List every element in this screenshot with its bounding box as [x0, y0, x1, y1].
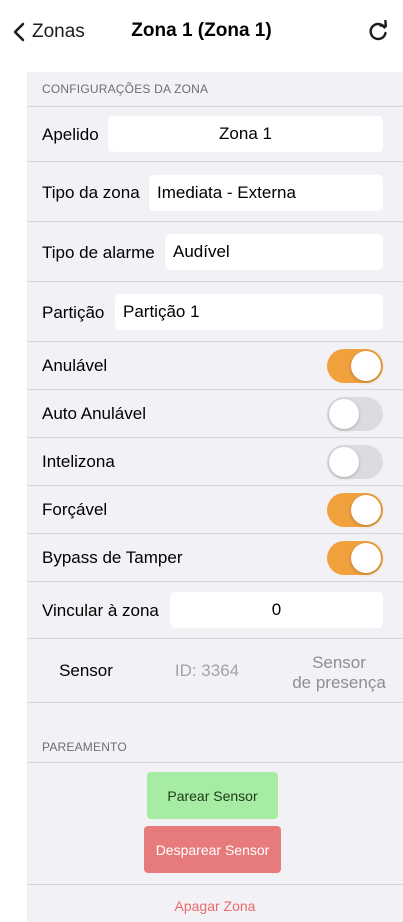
intelizona-toggle[interactable] [327, 445, 383, 479]
auto-anulavel-label: Auto Anulável [42, 404, 146, 423]
alarm-type-field[interactable]: Audível [165, 234, 383, 270]
divider [27, 702, 403, 703]
nickname-label: Apelido [42, 125, 99, 144]
toggle-row-auto-anulavel: Auto Anulável [27, 390, 403, 437]
sensor-label: Sensor [59, 661, 113, 680]
sensor-type-line1: Sensor [312, 653, 366, 672]
refresh-icon[interactable] [367, 20, 389, 42]
anulavel-toggle[interactable] [327, 349, 383, 383]
toggle-knob [351, 543, 381, 573]
toggle-row-intelizona: Intelizona [27, 438, 403, 485]
toggle-row-forcavel: Forçável [27, 486, 403, 533]
bypass-tamper-toggle[interactable] [327, 541, 383, 575]
forcavel-toggle[interactable] [327, 493, 383, 527]
navigation-bar: Zonas Zona 1 (Zona 1) [0, 0, 403, 62]
anulavel-label: Anulável [42, 356, 108, 375]
toggle-knob [329, 399, 359, 429]
divider [27, 762, 403, 763]
pair-sensor-button[interactable]: Parear Sensor [147, 772, 278, 819]
partition-row: Partição Partição 1 [27, 282, 403, 341]
bypass-tamper-label: Bypass de Tamper [42, 548, 183, 567]
zone-settings-panel: CONFIGURAÇÕES DA ZONA Apelido Zona 1 Tip… [27, 72, 403, 922]
sensor-type: Sensor de presença [283, 653, 395, 693]
partition-field[interactable]: Partição 1 [115, 294, 383, 330]
sensor-row: Sensor ID: 3364 Sensor de presença [27, 639, 403, 702]
toggle-row-bypass-tamper: Bypass de Tamper [27, 534, 403, 581]
nickname-field[interactable]: Zona 1 [108, 116, 383, 152]
page-title: Zona 1 (Zona 1) [131, 20, 272, 41]
link-zone-field[interactable]: 0 [170, 592, 383, 628]
link-zone-label: Vincular à zona [42, 601, 159, 620]
section-header-pairing: PAREAMENTO [42, 740, 127, 754]
alarm-type-label: Tipo de alarme [42, 243, 155, 262]
sensor-id: ID: 3364 [174, 661, 240, 680]
toggle-row-anulavel: Anulável [27, 342, 403, 389]
partition-label: Partição [42, 303, 105, 322]
forcavel-label: Forçável [42, 500, 108, 519]
intelizona-label: Intelizona [42, 452, 115, 471]
link-zone-row: Vincular à zona 0 [27, 582, 403, 639]
toggle-knob [351, 495, 381, 525]
divider [27, 884, 403, 885]
section-header-config: CONFIGURAÇÕES DA ZONA [42, 82, 209, 96]
alarm-type-row: Tipo de alarme Audível [27, 222, 403, 281]
zone-type-label: Tipo da zona [42, 183, 140, 202]
sensor-type-line2: de presença [292, 673, 386, 692]
unpair-sensor-button[interactable]: Desparear Sensor [144, 826, 281, 873]
auto-anulavel-toggle[interactable] [327, 397, 383, 431]
zone-type-field[interactable]: Imediata - Externa [149, 175, 383, 211]
zone-type-row: Tipo da zona Imediata - Externa [27, 162, 403, 221]
toggle-knob [329, 447, 359, 477]
nickname-row: Apelido Zona 1 [27, 106, 403, 162]
toggle-knob [351, 351, 381, 381]
delete-zone-link[interactable]: Apagar Zona [27, 898, 403, 914]
